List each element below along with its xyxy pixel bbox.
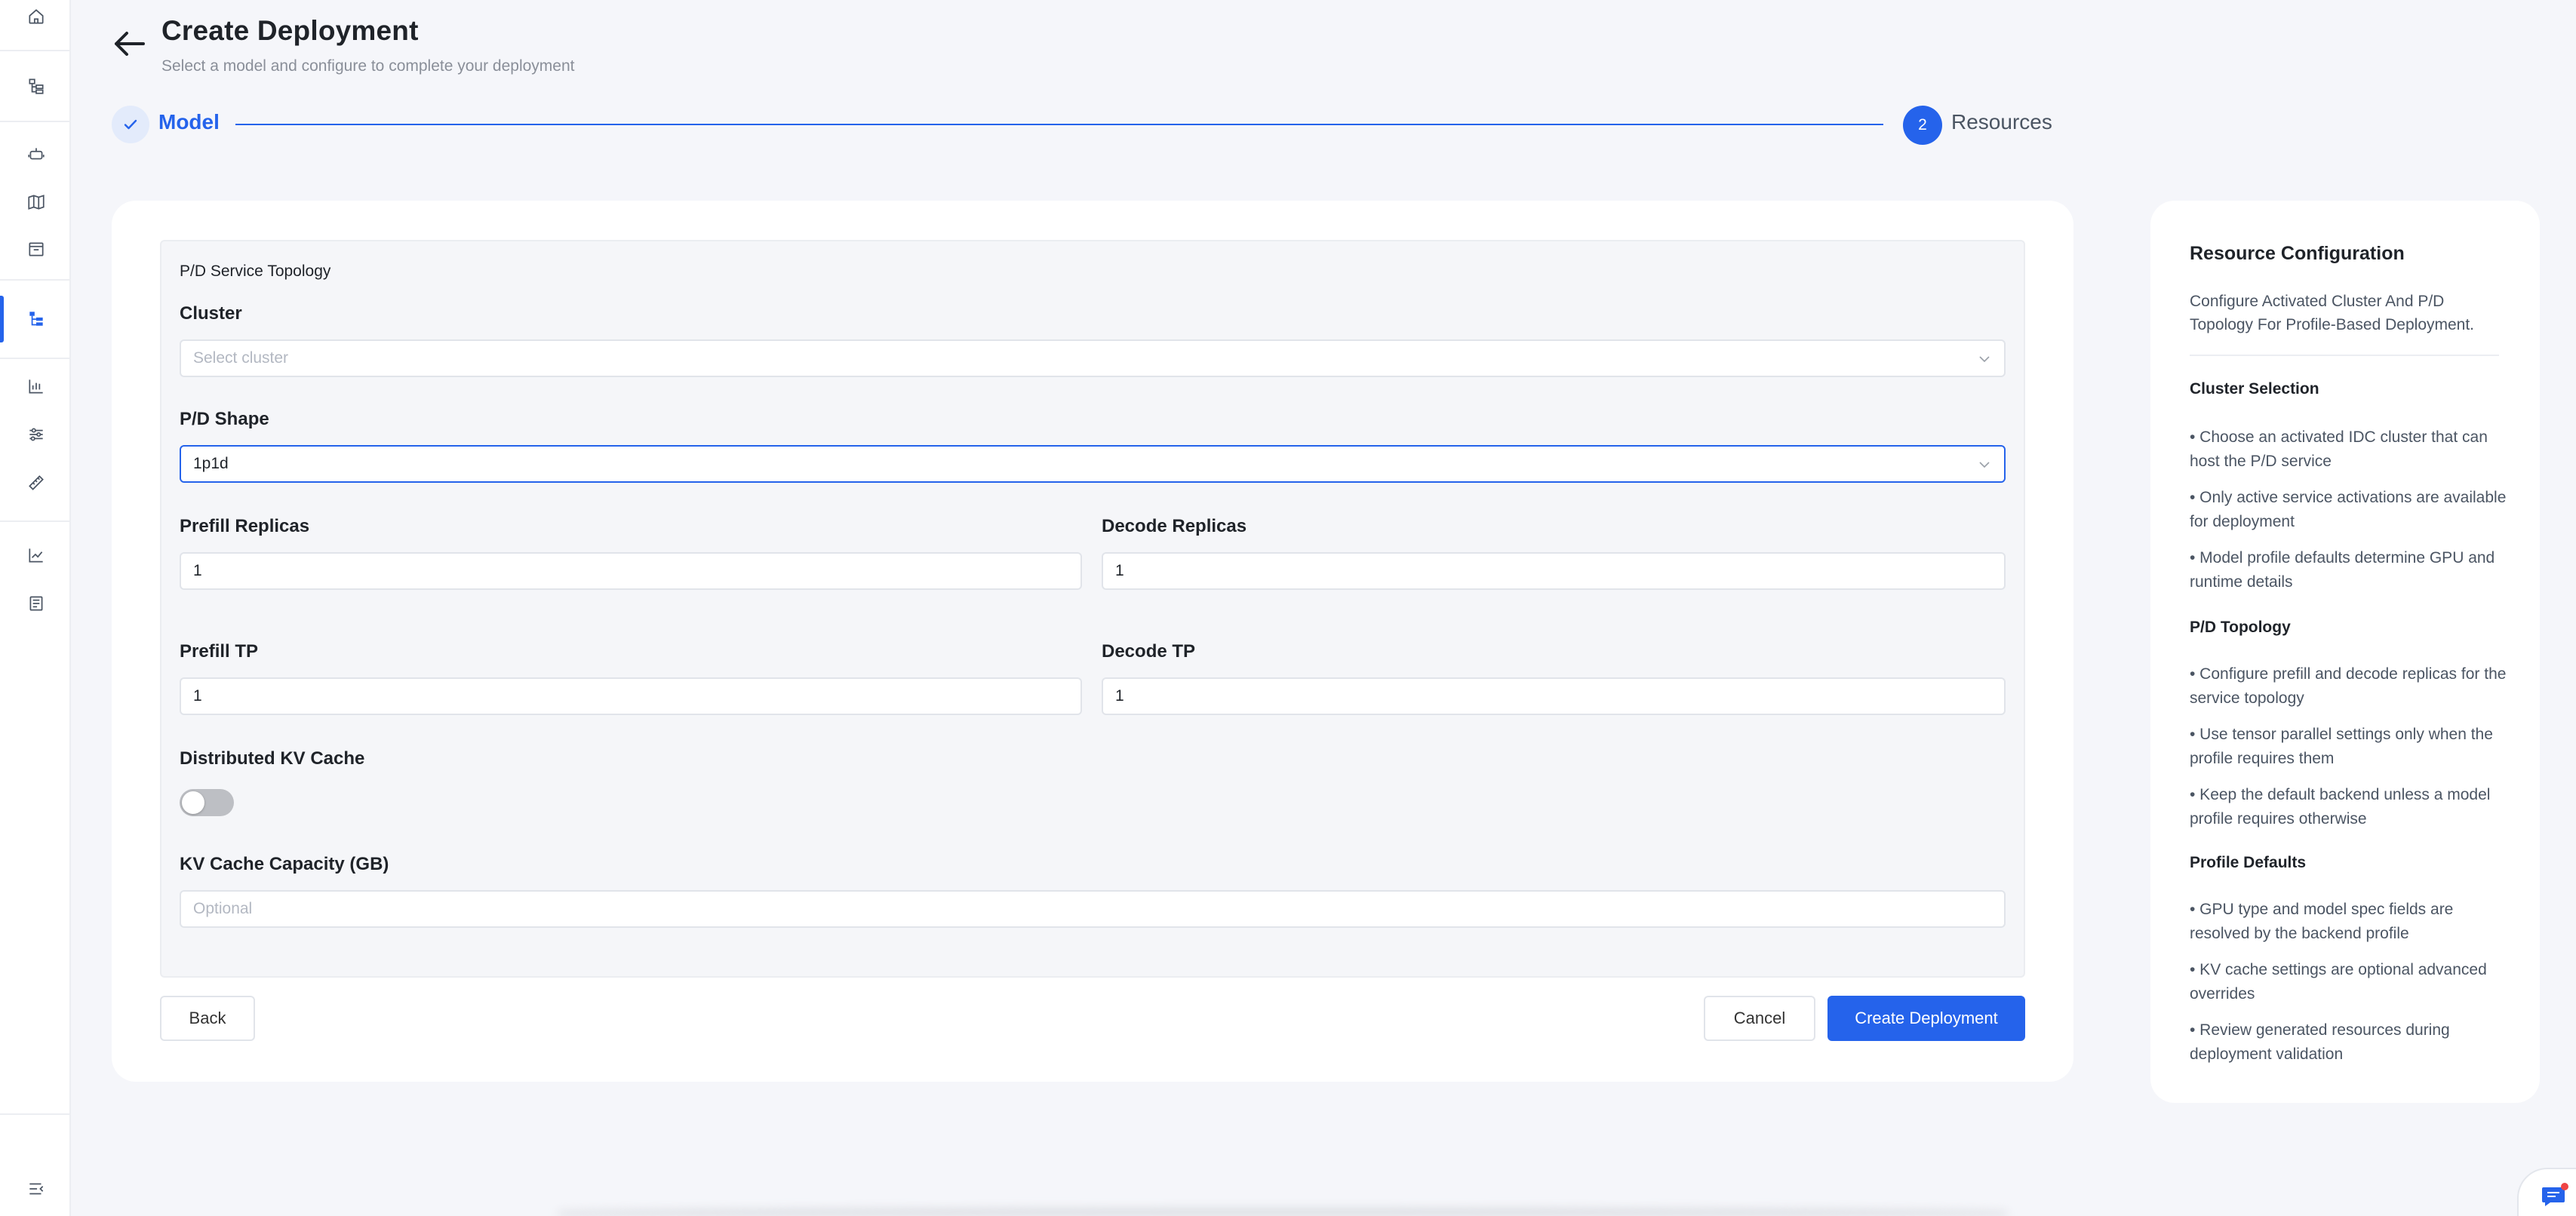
kv-capacity-input[interactable]: Optional <box>180 890 2006 928</box>
robot-icon[interactable] <box>23 140 50 167</box>
decode-replicas-label: Decode Replicas <box>1102 516 1247 536</box>
deployment-icon[interactable] <box>23 305 50 332</box>
kv-capacity-label: KV Cache Capacity (GB) <box>180 854 389 874</box>
sidebar <box>0 0 71 1216</box>
panel-item: • Choose an activated IDC cluster that c… <box>2190 428 2488 470</box>
hierarchy-icon[interactable] <box>23 72 50 100</box>
prefill-replicas-label: Prefill Replicas <box>180 516 310 536</box>
pd-shape-value: 1p1d <box>193 455 229 472</box>
page-title: Create Deployment <box>161 15 419 46</box>
decode-tp-input[interactable]: 1 <box>1102 677 2006 715</box>
panel-item: • GPU type and model spec fields are res… <box>2190 901 2454 942</box>
distributed-kv-label: Distributed KV Cache <box>180 748 365 769</box>
pd-shape-label: P/D Shape <box>180 409 269 429</box>
ruler-icon[interactable] <box>23 469 50 496</box>
chevron-down-icon <box>1979 356 1990 363</box>
distributed-kv-toggle[interactable] <box>180 789 234 816</box>
panel-heading: P/D Topology <box>2190 619 2291 636</box>
home-icon[interactable] <box>23 3 50 30</box>
list-icon[interactable] <box>23 590 50 617</box>
toggle-knob <box>182 791 204 814</box>
active-indicator <box>0 296 4 342</box>
panel-item: • Keep the default backend unless a mode… <box>2190 786 2491 828</box>
panel-item: • Model profile defaults determine GPU a… <box>2190 549 2495 591</box>
panel-title: Resource Configuration <box>2190 243 2405 264</box>
section-title: P/D Service Topology <box>180 263 331 280</box>
notification-dot <box>2561 1183 2568 1190</box>
cluster-placeholder: Select cluster <box>193 349 289 367</box>
panel-divider <box>2190 355 2499 356</box>
sidebar-divider <box>0 358 71 359</box>
kv-capacity-placeholder: Optional <box>193 900 253 917</box>
sidebar-divider <box>0 50 71 51</box>
step-connector <box>235 124 1883 125</box>
panel-item: • Review generated resources during depl… <box>2190 1021 2450 1063</box>
panel-heading: Cluster Selection <box>2190 380 2319 398</box>
cluster-select[interactable]: Select cluster <box>180 339 2006 377</box>
box-icon[interactable] <box>23 235 50 263</box>
panel-item: • KV cache settings are optional advance… <box>2190 961 2487 1003</box>
map-icon[interactable] <box>23 189 50 216</box>
panel-heading: Profile Defaults <box>2190 854 2307 871</box>
step-model-label[interactable]: Model <box>158 110 220 134</box>
page-subtitle: Select a model and configure to complete… <box>161 57 575 75</box>
sidebar-divider <box>0 520 71 522</box>
bottom-shadow <box>558 1208 2007 1216</box>
cancel-button[interactable]: Cancel <box>1704 996 1815 1041</box>
prefill-tp-input[interactable]: 1 <box>180 677 1082 715</box>
prefill-replicas-input[interactable]: 1 <box>180 552 1082 590</box>
panel-item: • Use tensor parallel settings only when… <box>2190 726 2493 767</box>
bar-chart-icon[interactable] <box>23 373 50 400</box>
step-resources-label: Resources <box>1951 110 2052 134</box>
panel-description: Configure Activated Cluster And P/D Topo… <box>2190 293 2475 333</box>
panel-item: • Only active service activations are av… <box>2190 489 2507 530</box>
prefill-tp-label: Prefill TP <box>180 641 259 662</box>
panel-item: • Configure prefill and decode replicas … <box>2190 665 2507 707</box>
cluster-label: Cluster <box>180 303 242 324</box>
back-arrow-icon[interactable] <box>110 26 148 62</box>
collapse-menu-icon[interactable] <box>23 1175 50 1202</box>
sidebar-divider <box>0 121 71 122</box>
step-resources-number: 2 <box>1903 106 1942 145</box>
create-deployment-button[interactable]: Create Deployment <box>1827 996 2025 1041</box>
help-chat-button[interactable] <box>2517 1168 2576 1216</box>
back-button[interactable]: Back <box>160 996 255 1041</box>
pd-shape-select[interactable]: 1p1d <box>180 445 2006 483</box>
step-model-check-icon[interactable] <box>112 106 149 143</box>
chevron-down-icon <box>1979 462 1990 468</box>
line-chart-icon[interactable] <box>23 542 50 569</box>
sliders-icon[interactable] <box>23 421 50 448</box>
decode-tp-label: Decode TP <box>1102 641 1196 662</box>
decode-replicas-input[interactable]: 1 <box>1102 552 2006 590</box>
sidebar-divider <box>0 279 71 281</box>
sidebar-divider <box>0 1113 71 1115</box>
